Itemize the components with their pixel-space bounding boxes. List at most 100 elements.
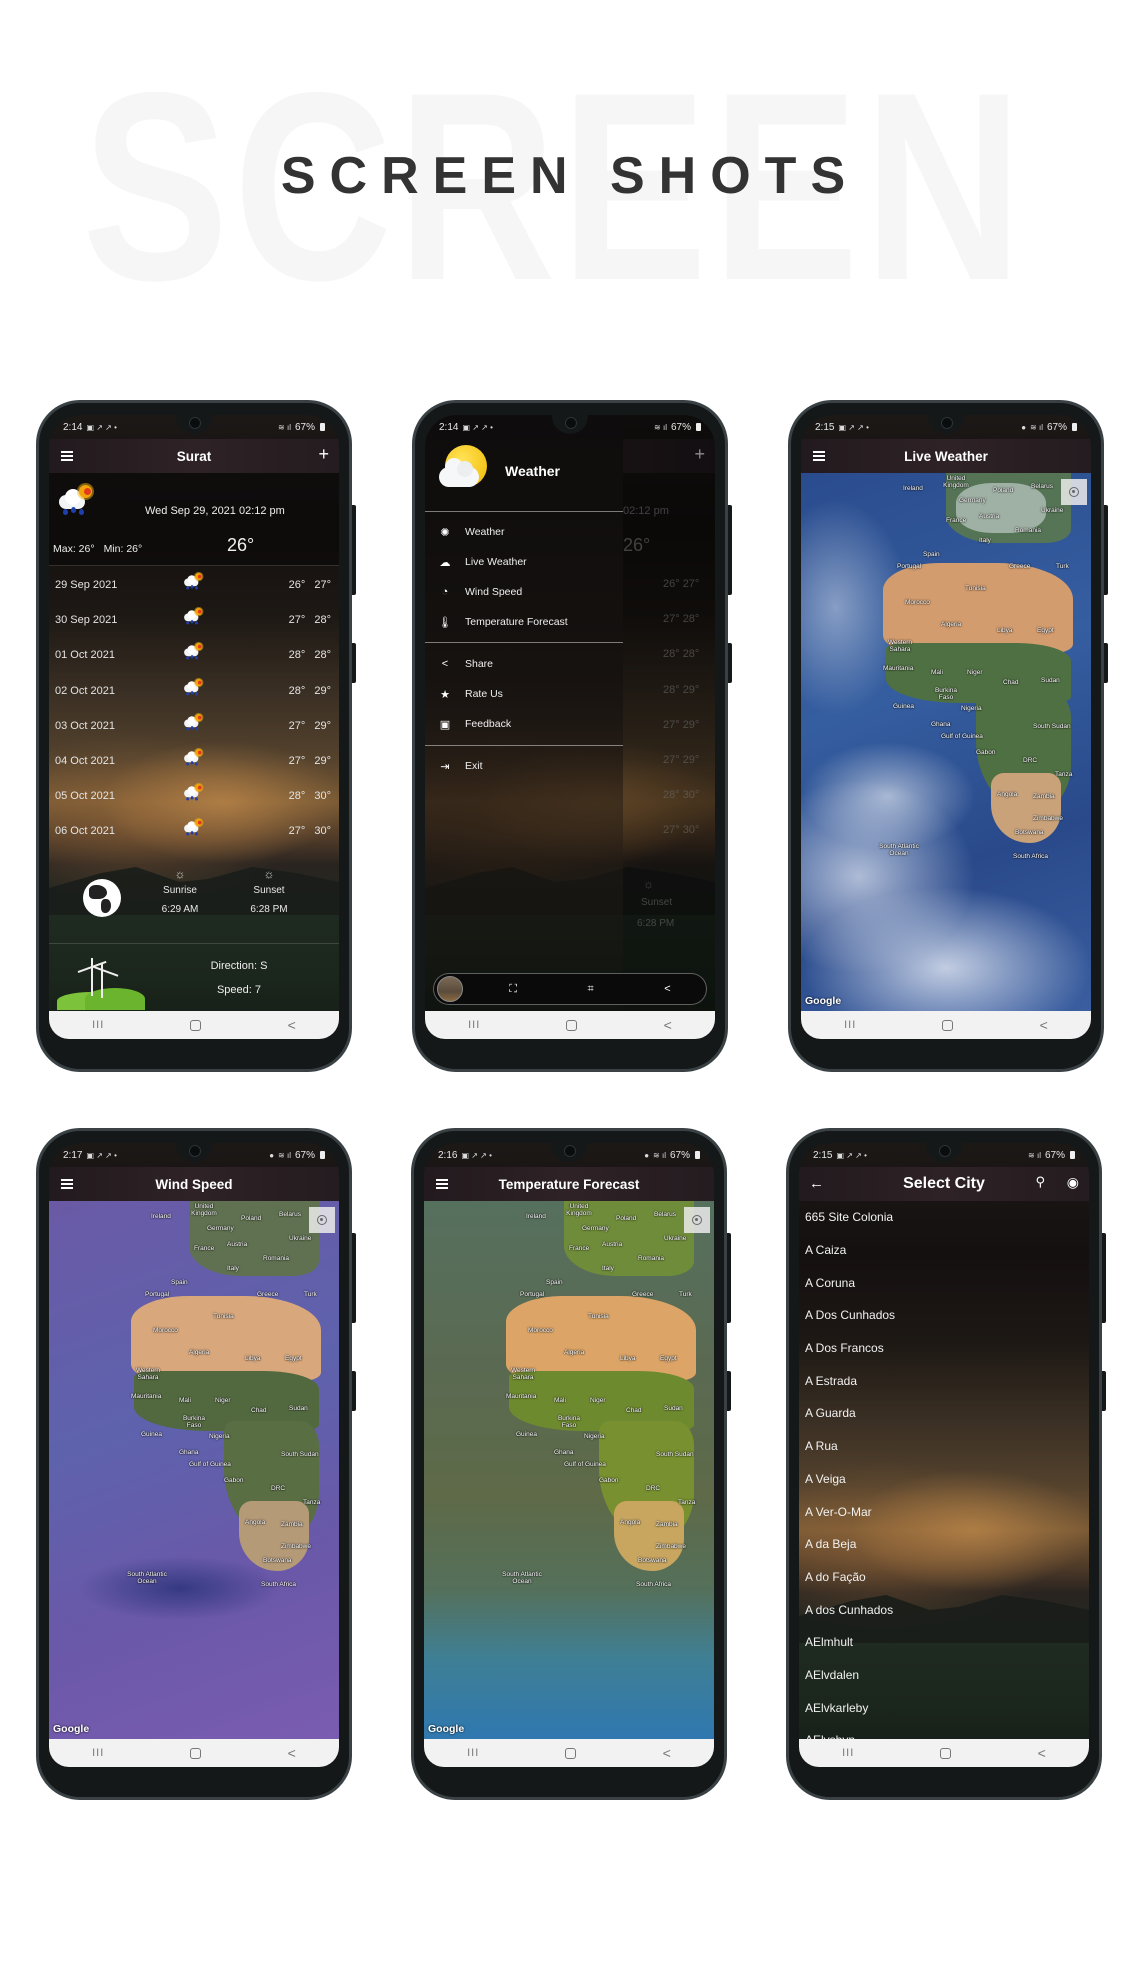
city-list-item[interactable]: A dos Cunhados bbox=[799, 1593, 1089, 1626]
min-temp: Min: 26° bbox=[103, 543, 143, 555]
home-button[interactable] bbox=[190, 1747, 202, 1759]
city-list-item[interactable]: A Veiga bbox=[799, 1463, 1089, 1496]
recents-button[interactable]: III bbox=[468, 1019, 480, 1031]
map-label: Libya bbox=[245, 1355, 261, 1362]
map-label: Gulf of Guinea bbox=[564, 1461, 606, 1468]
map-label: Mali bbox=[931, 669, 943, 676]
city-list-item[interactable]: A Estrada bbox=[799, 1364, 1089, 1397]
my-location-button[interactable] bbox=[309, 1207, 335, 1233]
map-label: Germany bbox=[959, 497, 986, 504]
map-label: Zambia bbox=[656, 1521, 678, 1528]
city-list-item[interactable]: A Guarda bbox=[799, 1397, 1089, 1430]
city-list-item[interactable]: A Ver-O-Mar bbox=[799, 1495, 1089, 1528]
back-button[interactable]: < bbox=[663, 1745, 671, 1761]
map-label: Greece bbox=[1009, 563, 1031, 570]
recents-button[interactable]: III bbox=[842, 1747, 854, 1759]
city-list-item[interactable]: AElvsbyn bbox=[799, 1724, 1089, 1739]
back-button[interactable]: < bbox=[288, 1017, 296, 1033]
location-target-icon bbox=[1069, 487, 1079, 497]
city-list-item[interactable]: A Dos Cunhados bbox=[799, 1299, 1089, 1332]
menu-item-share[interactable]: < Share bbox=[425, 650, 623, 678]
recents-button[interactable]: III bbox=[844, 1019, 856, 1031]
crop-edit-icon[interactable]: ⌗ bbox=[588, 983, 594, 996]
map-label: Niger bbox=[590, 1397, 606, 1404]
menu-item-live-weather[interactable]: ☁ Live Weather bbox=[425, 548, 623, 576]
map-label: Turk bbox=[1056, 563, 1069, 570]
menu-button[interactable] bbox=[811, 447, 829, 465]
battery-level: 67% bbox=[294, 1149, 315, 1161]
city-list-item[interactable]: A Coruna bbox=[799, 1266, 1089, 1299]
menu-item-label: Share bbox=[465, 658, 494, 670]
app-bar: Surat + bbox=[49, 439, 339, 473]
screenshot-thumbnail[interactable] bbox=[437, 976, 463, 1002]
map-label: Ukraine bbox=[664, 1235, 687, 1242]
forecast-row: 01 Oct 2021 28° 28° bbox=[49, 637, 339, 672]
map-label: Mali bbox=[179, 1397, 191, 1404]
map-label: Spain bbox=[171, 1279, 188, 1286]
city-list-item[interactable]: A da Beja bbox=[799, 1528, 1089, 1561]
menu-item-wind-speed[interactable]: ◔ Wind Speed bbox=[425, 578, 623, 606]
city-list-item[interactable]: A Dos Francos bbox=[799, 1332, 1089, 1365]
map-label: South Africa bbox=[1013, 853, 1049, 860]
city-list-item[interactable]: A do Fação bbox=[799, 1561, 1089, 1594]
recents-button[interactable]: III bbox=[467, 1747, 479, 1759]
menu-item-temperature-forecast[interactable]: 🌡︎ Temperature Forecast bbox=[425, 608, 623, 636]
map-label: South Sudan bbox=[1033, 723, 1071, 730]
forecast-temps: 28° 29° bbox=[289, 685, 331, 697]
signal-icon: ≋ ıl bbox=[654, 422, 667, 432]
back-button[interactable]: < bbox=[1038, 1745, 1046, 1761]
home-button[interactable] bbox=[940, 1747, 952, 1759]
sunrise-time: 6:29 AM bbox=[161, 904, 199, 915]
globe-icon[interactable] bbox=[83, 879, 121, 917]
city-list-item[interactable]: A Caiza bbox=[799, 1234, 1089, 1267]
menu-button[interactable] bbox=[434, 1175, 452, 1193]
map-label: Turk bbox=[679, 1291, 692, 1298]
home-button[interactable] bbox=[190, 1019, 202, 1031]
scroll-capture-icon[interactable]: ⛶ bbox=[509, 983, 517, 996]
back-button[interactable]: < bbox=[664, 1017, 672, 1033]
map-label: Botswana bbox=[263, 1557, 292, 1564]
city-list-item[interactable]: AElvdalen bbox=[799, 1659, 1089, 1692]
city-list-item[interactable]: 665 Site Colonia bbox=[799, 1201, 1089, 1234]
menu-item-label: Wind Speed bbox=[465, 586, 523, 598]
menu-item-rate-us[interactable]: ★ Rate Us bbox=[425, 680, 623, 708]
menu-item-exit[interactable]: ⇥ Exit bbox=[425, 752, 623, 780]
forecast-row: 29 Sep 2021 26° 27° bbox=[49, 567, 339, 602]
map-label: Sudan bbox=[289, 1405, 308, 1412]
recents-button[interactable]: III bbox=[92, 1747, 104, 1759]
menu-button[interactable] bbox=[59, 1175, 77, 1193]
battery-icon bbox=[1070, 1151, 1075, 1159]
wind-map[interactable]: United Kingdom Ireland Germany Poland Belaru… bbox=[49, 1201, 339, 1739]
menu-item-weather[interactable]: ✺ Weather bbox=[425, 518, 623, 546]
home-button[interactable] bbox=[565, 1747, 577, 1759]
cloud-icon: ☁ bbox=[439, 556, 451, 569]
add-city-button[interactable]: + bbox=[318, 445, 329, 463]
map-label: Nigeria bbox=[961, 705, 982, 712]
my-location-button[interactable] bbox=[684, 1207, 710, 1233]
back-arrow-button[interactable]: ← bbox=[809, 1175, 827, 1193]
temperature-map[interactable]: United Kingdom Ireland Germany Poland Belaru… bbox=[424, 1201, 714, 1739]
city-list-item[interactable]: AElmhult bbox=[799, 1626, 1089, 1659]
recents-button[interactable]: III bbox=[92, 1019, 104, 1031]
city-list-item[interactable]: AElvkarleby bbox=[799, 1691, 1089, 1724]
page-heading: SCREEN SHOTS bbox=[280, 147, 860, 205]
my-location-button[interactable] bbox=[1061, 479, 1087, 505]
satellite-map[interactable]: United Kingdom Ireland Germany Poland Belaru… bbox=[801, 473, 1091, 1011]
back-button[interactable]: < bbox=[1040, 1017, 1048, 1033]
menu-button[interactable] bbox=[59, 447, 77, 465]
menu-item-feedback[interactable]: ▣ Feedback bbox=[425, 710, 623, 738]
home-button[interactable] bbox=[566, 1019, 578, 1031]
app-bar: Wind Speed bbox=[49, 1167, 339, 1201]
city-list-item[interactable]: A Rua bbox=[799, 1430, 1089, 1463]
power-button bbox=[1102, 1371, 1106, 1411]
search-button[interactable]: ⚲ bbox=[1035, 1173, 1045, 1191]
forecast-date: 03 Oct 2021 bbox=[55, 719, 115, 732]
share-icon[interactable]: < bbox=[664, 983, 670, 995]
forecast-high: 28° bbox=[314, 614, 331, 627]
back-button[interactable]: < bbox=[288, 1745, 296, 1761]
current-location-button[interactable]: ◉ bbox=[1067, 1173, 1079, 1191]
status-time: 2:15 bbox=[813, 1149, 833, 1161]
map-label: Chad bbox=[626, 1407, 642, 1414]
home-button[interactable] bbox=[942, 1019, 954, 1031]
map-label: Poland bbox=[993, 487, 1014, 494]
